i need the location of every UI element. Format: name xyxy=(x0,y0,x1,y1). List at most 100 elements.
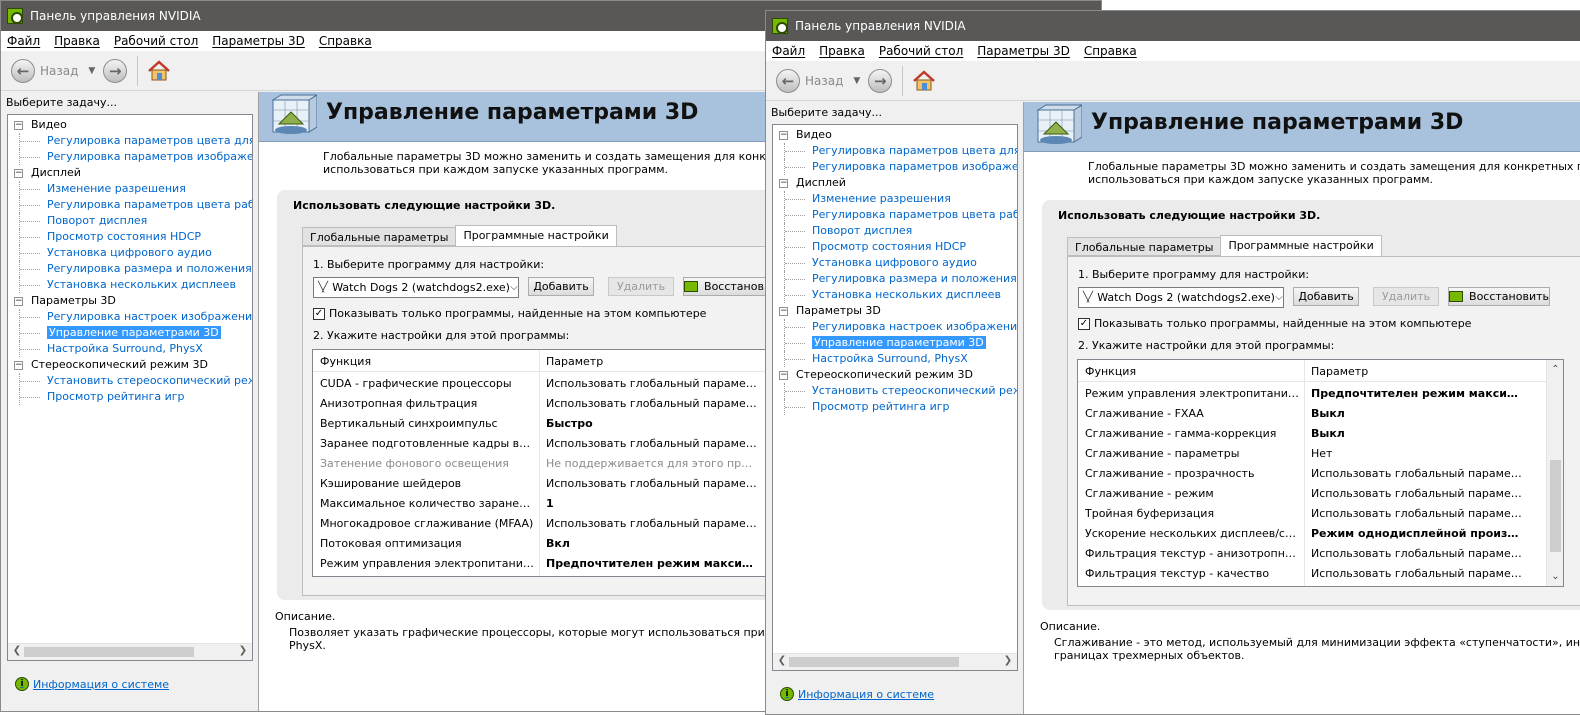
tree-item[interactable]: Просмотр состояния HDCP xyxy=(8,229,252,245)
table-row[interactable]: Тройная буферизация Использовать глобальн… xyxy=(1078,504,1563,524)
tree-item[interactable]: Поворот дисплея xyxy=(773,223,1017,239)
tree-horizontal-scrollbar[interactable]: ❮ ❯ xyxy=(8,643,252,660)
show-only-found-row[interactable]: ✓ Показывать только программы, найденные… xyxy=(1078,317,1471,330)
table-row[interactable]: Сглаживание - режим Использовать глобальн… xyxy=(1078,484,1563,504)
table-row[interactable]: Сглаживание - FXAA Выкл xyxy=(1078,404,1563,424)
add-button[interactable]: Добавить xyxy=(1293,287,1359,306)
tab-program-settings[interactable]: Программные настройки xyxy=(1220,235,1382,256)
table-row[interactable]: Фильтрация текстур - анизотропная оптими… xyxy=(1078,544,1563,564)
collapse-icon[interactable]: − xyxy=(14,121,23,130)
tree-item[interactable]: Установка цифрового аудио xyxy=(8,245,252,261)
tree-item[interactable]: Настройка Surround, PhysX xyxy=(773,351,1017,367)
table-row[interactable]: Сглаживание - прозрачность Использовать г… xyxy=(1078,464,1563,484)
history-dropdown-icon[interactable]: ▼ xyxy=(88,66,95,76)
back-button-label[interactable]: Назад xyxy=(40,64,78,78)
tree-item[interactable]: Регулировка размера и положения рабочего… xyxy=(773,271,1017,287)
remove-button[interactable]: Удалить xyxy=(1373,287,1439,306)
home-icon[interactable] xyxy=(911,68,937,94)
scrollbar-thumb[interactable] xyxy=(24,647,194,657)
back-button-label[interactable]: Назад xyxy=(805,74,843,88)
tree-item[interactable]: Регулировка настроек изображения с просм… xyxy=(8,309,252,325)
scroll-down-icon[interactable]: ⌄ xyxy=(1547,571,1563,582)
collapse-icon[interactable]: − xyxy=(779,179,788,188)
menu-file[interactable]: Файл xyxy=(7,34,40,48)
chevron-down-icon[interactable]: ⌵ xyxy=(1275,292,1283,303)
grid-header-function[interactable]: Функция xyxy=(320,355,371,368)
collapse-icon[interactable]: − xyxy=(14,297,23,306)
collapse-icon[interactable]: − xyxy=(779,131,788,140)
tree-category[interactable]: − Параметры 3D xyxy=(773,303,1017,319)
tree-item[interactable]: Регулировка параметров цвета рабочего ст… xyxy=(8,197,252,213)
grid-vertical-scrollbar[interactable]: ⌃ ⌄ xyxy=(1546,360,1563,586)
system-info-link[interactable]: i Информация о системе xyxy=(780,687,934,701)
tree-item[interactable]: Изменение разрешения xyxy=(773,191,1017,207)
remove-button[interactable]: Удалить xyxy=(608,277,674,296)
forward-arrow-icon[interactable]: → xyxy=(103,58,128,83)
scroll-up-icon[interactable]: ⌃ xyxy=(1547,364,1563,375)
collapse-icon[interactable]: − xyxy=(14,169,23,178)
scrollbar-thumb[interactable] xyxy=(789,657,959,667)
show-only-found-checkbox[interactable]: ✓ xyxy=(1078,317,1090,330)
tree-item[interactable]: Просмотр рейтинга игр xyxy=(773,399,1017,415)
tree-item[interactable]: Настройка Surround, PhysX xyxy=(8,341,252,357)
scroll-right-icon[interactable]: ❯ xyxy=(1001,655,1015,666)
menu-help[interactable]: Справка xyxy=(319,34,372,48)
scroll-left-icon[interactable]: ❮ xyxy=(10,645,24,656)
home-icon[interactable] xyxy=(146,58,172,84)
tree-item[interactable]: Установка нескольких дисплеев xyxy=(773,287,1017,303)
collapse-icon[interactable]: − xyxy=(14,361,23,370)
menu-help[interactable]: Справка xyxy=(1084,44,1137,58)
menu-file[interactable]: Файл xyxy=(772,44,805,58)
menu-edit[interactable]: Правка xyxy=(54,34,100,48)
grid-header-function[interactable]: Функция xyxy=(1085,365,1136,378)
tree-item[interactable]: Регулировка параметров изображения для в… xyxy=(773,159,1017,175)
tree-item[interactable]: Регулировка размера и положения рабочего… xyxy=(8,261,252,277)
add-button[interactable]: Добавить xyxy=(528,277,594,296)
table-row[interactable]: Сглаживание - гамма-коррекция Выкл xyxy=(1078,424,1563,444)
scrollbar-thumb[interactable] xyxy=(1550,460,1561,552)
title-bar[interactable]: Панель управления NVIDIA xyxy=(766,11,1580,41)
menu-3d-settings[interactable]: Параметры 3D xyxy=(977,44,1070,58)
tree-category[interactable]: − Параметры 3D xyxy=(8,293,252,309)
scroll-right-icon[interactable]: ❯ xyxy=(236,645,250,656)
tree-item[interactable]: Установить стереоскопический режим 3D xyxy=(8,373,252,389)
grid-header-parameter[interactable]: Параметр xyxy=(546,355,603,368)
tree-item[interactable]: Управление параметрами 3D xyxy=(773,335,1017,351)
tree-horizontal-scrollbar[interactable]: ❮ ❯ xyxy=(773,653,1017,670)
program-select[interactable]: ╲╱ Watch Dogs 2 (watchdogs2.exe) ⌵ xyxy=(1078,287,1284,308)
menu-desktop[interactable]: Рабочий стол xyxy=(879,44,963,58)
menu-3d-settings[interactable]: Параметры 3D xyxy=(212,34,305,48)
tree-item[interactable]: Просмотр рейтинга игр xyxy=(8,389,252,405)
table-row[interactable]: Ускорение нескольких дисплеев/смешанных … xyxy=(1078,524,1563,544)
tree-item[interactable]: Установка цифрового аудио xyxy=(773,255,1017,271)
tree-item[interactable]: Регулировка настроек изображения с просм… xyxy=(773,319,1017,335)
tab-program-settings[interactable]: Программные настройки xyxy=(455,225,617,246)
tree-category[interactable]: − Дисплей xyxy=(773,175,1017,191)
show-only-found-checkbox[interactable]: ✓ xyxy=(313,307,325,320)
program-select[interactable]: ╲╱ Watch Dogs 2 (watchdogs2.exe) ⌵ xyxy=(313,277,519,298)
tree-item[interactable]: Поворот дисплея xyxy=(8,213,252,229)
tree-item[interactable]: Регулировка параметров цвета для видео xyxy=(773,143,1017,159)
tree-item[interactable]: Регулировка параметров цвета для видео xyxy=(8,133,252,149)
tree-item[interactable]: Установка нескольких дисплеев xyxy=(8,277,252,293)
table-row[interactable]: Режим управления электропитанием Предпочт… xyxy=(1078,384,1563,404)
menu-edit[interactable]: Правка xyxy=(819,44,865,58)
history-dropdown-icon[interactable]: ▼ xyxy=(853,76,860,86)
tree-item[interactable]: Установить стереоскопический режим 3D xyxy=(773,383,1017,399)
scroll-left-icon[interactable]: ❮ xyxy=(775,655,789,666)
tree-category[interactable]: − Стереоскопический режим 3D xyxy=(8,357,252,373)
forward-arrow-icon[interactable]: → xyxy=(868,68,893,93)
system-info-link[interactable]: i Информация о системе xyxy=(15,677,169,691)
back-arrow-icon[interactable]: ← xyxy=(11,58,35,83)
tree-category[interactable]: − Видео xyxy=(773,127,1017,143)
tree-item[interactable]: Регулировка параметров цвета рабочего ст… xyxy=(773,207,1017,223)
tree-item[interactable]: Изменение разрешения xyxy=(8,181,252,197)
tree-category[interactable]: − Дисплей xyxy=(8,165,252,181)
menu-desktop[interactable]: Рабочий стол xyxy=(114,34,198,48)
tree-category[interactable]: − Видео xyxy=(8,117,252,133)
chevron-down-icon[interactable]: ⌵ xyxy=(510,282,518,293)
restore-button[interactable]: Восстановить xyxy=(1448,287,1550,306)
tree-item[interactable]: Управление параметрами 3D xyxy=(8,325,252,341)
tree-item[interactable]: Регулировка параметров изображения для в… xyxy=(8,149,252,165)
table-row[interactable]: Фильтрация текстур - качество Использоват… xyxy=(1078,564,1563,584)
